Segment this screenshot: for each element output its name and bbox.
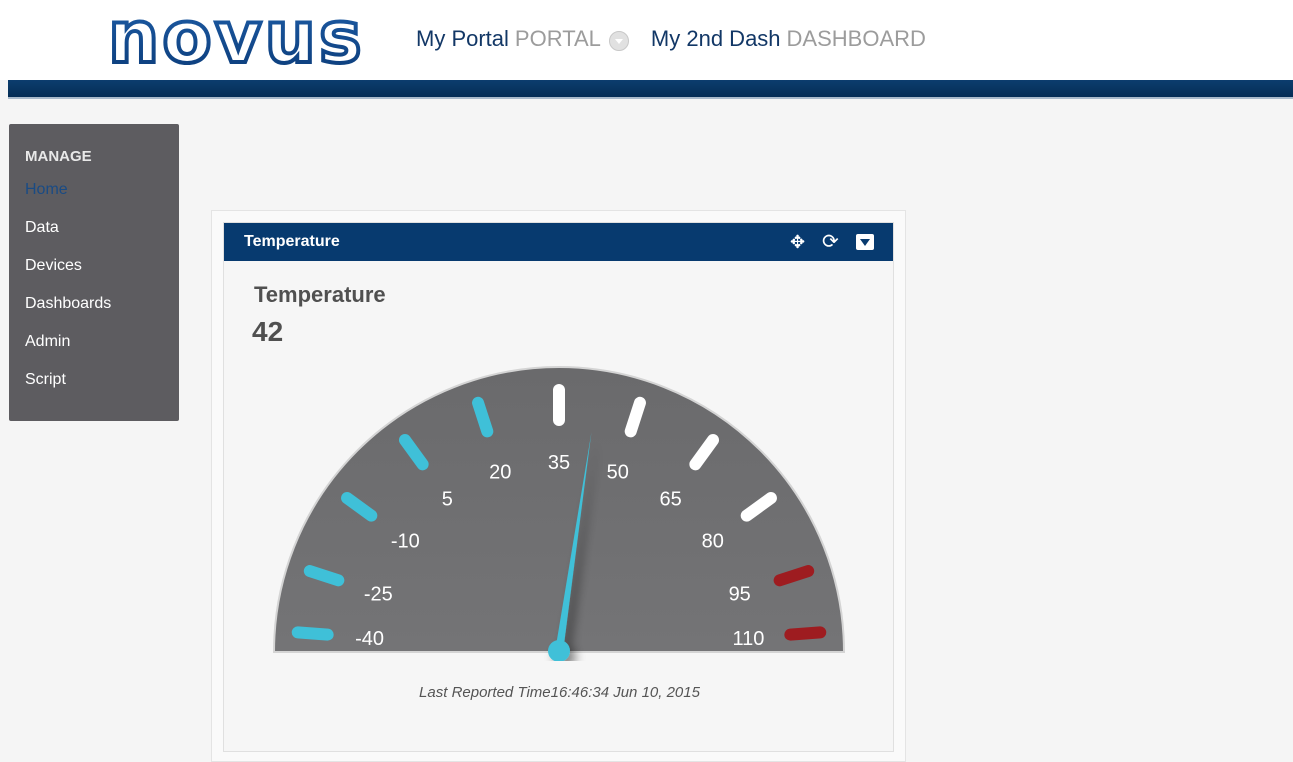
gauge-tick-label: -40 <box>355 628 384 650</box>
sidebar-item-devices[interactable]: Devices <box>25 257 82 275</box>
last-reported-time: Last Reported Time16:46:34 Jun 10, 2015 <box>224 684 895 701</box>
last-reported-label: Last Reported Time <box>419 684 551 701</box>
top-header: novus My Portal PORTAL My 2nd Dash DASHB… <box>0 0 1293 80</box>
gauge-needle-hub <box>548 640 570 661</box>
collapse-icon[interactable] <box>856 234 874 250</box>
sidebar-heading: MANAGE <box>25 148 92 165</box>
gauge-tick-label: 35 <box>548 452 570 474</box>
dashboard-name-link[interactable]: My 2nd Dash <box>651 26 781 52</box>
portal-dropdown-icon[interactable] <box>608 31 629 51</box>
move-icon[interactable]: ✥ <box>790 231 810 253</box>
gauge-tick <box>784 626 827 641</box>
tile-value: 42 <box>252 316 284 347</box>
dashboard-label: DASHBOARD <box>786 26 926 51</box>
gauge-tick-label: 110 <box>733 628 765 650</box>
widget-header[interactable]: Temperature ✥ ⟳ <box>224 223 893 261</box>
gauge-tick-label: -25 <box>364 583 393 605</box>
gauge-tick-label: -10 <box>391 530 420 552</box>
portal-label: PORTAL <box>514 26 601 51</box>
tile-label: Temperature <box>254 282 386 307</box>
sidebar-item-data[interactable]: Data <box>25 219 59 237</box>
refresh-icon[interactable]: ⟳ <box>822 231 842 253</box>
gauge-tick-label: 5 <box>442 488 453 510</box>
sidebar-item-home[interactable]: Home <box>25 181 68 199</box>
novus-logo[interactable]: novus <box>108 4 370 72</box>
gauge-tick-label: 50 <box>607 461 629 483</box>
widget-title: Temperature <box>244 233 340 250</box>
gauge-tick <box>291 626 334 641</box>
portal-name-link[interactable]: My Portal <box>416 26 509 52</box>
header-accent-bar <box>8 80 1293 99</box>
gauge-tick-label: 65 <box>660 488 682 510</box>
gauge-tick-label: 20 <box>489 461 511 483</box>
last-reported-value: 16:46:34 Jun 10, 2015 <box>550 684 700 701</box>
sidebar: MANAGE Home Data Devices Dashboards Admi… <box>9 124 179 421</box>
temperature-gauge: -40 -25 -10 5 20 35 50 65 80 95 110 <box>272 366 846 661</box>
portal-nav: My Portal PORTAL My 2nd Dash DASHBOARD <box>416 24 926 54</box>
temperature-widget: Temperature ✥ ⟳ Temperature 42 -40 -25 -10… <box>223 222 894 752</box>
sidebar-item-dashboards[interactable]: Dashboards <box>25 295 111 313</box>
sidebar-item-admin[interactable]: Admin <box>25 333 70 351</box>
gauge-tick-label: 80 <box>702 530 724 552</box>
sidebar-item-script[interactable]: Script <box>25 371 66 389</box>
gauge-tick-label: 95 <box>729 583 751 605</box>
svg-text:novus: novus <box>108 4 365 72</box>
